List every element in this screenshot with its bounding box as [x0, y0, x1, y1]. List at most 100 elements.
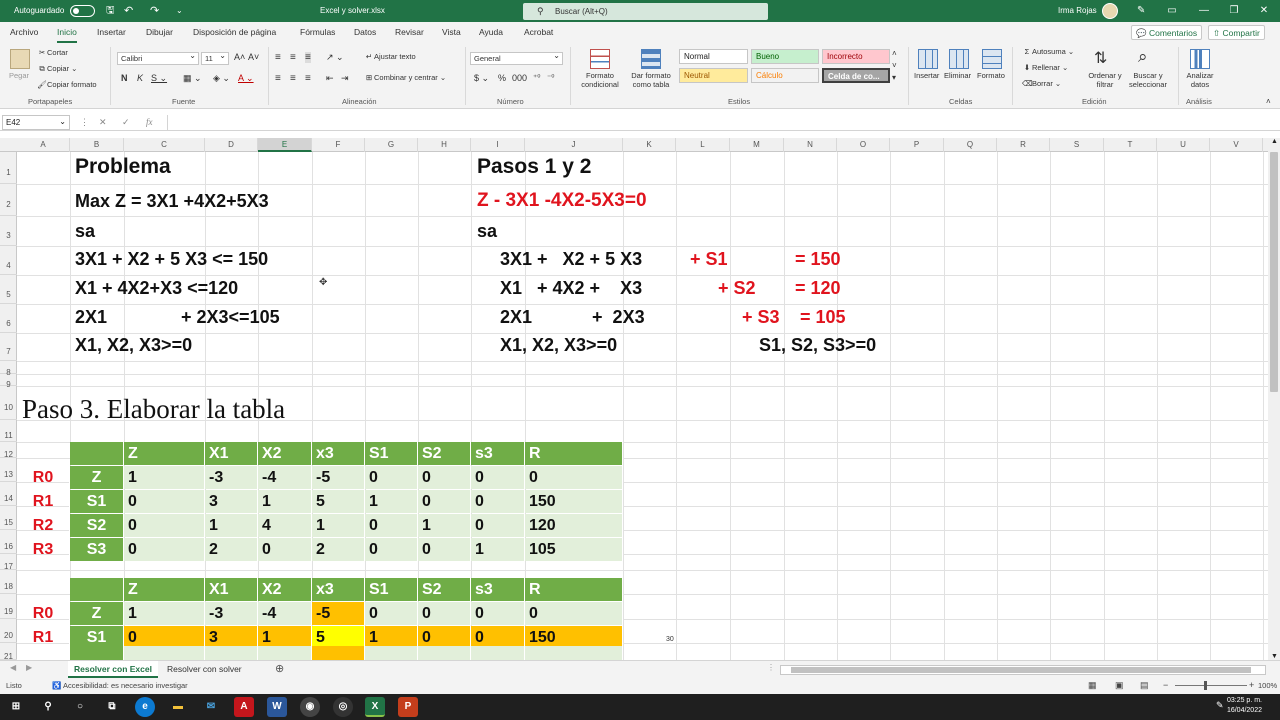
- italic-icon[interactable]: K: [137, 73, 143, 83]
- insert-function-icon[interactable]: fx: [146, 115, 153, 130]
- table-cell[interactable]: 0: [418, 466, 471, 489]
- column-header-i[interactable]: I: [471, 138, 525, 152]
- basic-variable-cell[interactable]: [70, 646, 124, 660]
- basic-variable-cell[interactable]: Z: [70, 602, 124, 625]
- format-as-table-icon[interactable]: [641, 49, 661, 69]
- basic-variable-cell[interactable]: S1: [70, 490, 124, 513]
- find-select-button[interactable]: Buscar y seleccionar: [1124, 71, 1172, 89]
- table-cell[interactable]: 1: [365, 490, 418, 513]
- find-select-icon[interactable]: ⌕: [1138, 47, 1148, 67]
- table-cell[interactable]: -4: [258, 602, 312, 625]
- page-break-icon[interactable]: ▤: [1140, 680, 1149, 691]
- comma-icon[interactable]: 000: [512, 73, 527, 83]
- decrease-decimal-icon[interactable]: ⁻⁰: [547, 73, 554, 82]
- wrap-text-button[interactable]: ↵ Ajustar texto: [364, 52, 416, 61]
- table-cell[interactable]: 0: [258, 538, 312, 561]
- table-cell[interactable]: 2: [312, 538, 365, 561]
- prev-sheet-icon[interactable]: ◀: [10, 663, 16, 672]
- customize-toolbar-icon[interactable]: ⌄: [176, 0, 183, 22]
- row-header-14[interactable]: 14: [0, 482, 17, 506]
- table-cell[interactable]: 1: [124, 602, 205, 625]
- table-cell[interactable]: 0: [418, 538, 471, 561]
- table-header-corner[interactable]: [70, 442, 124, 465]
- delete-cells-icon[interactable]: [949, 49, 969, 69]
- row-label[interactable]: R1: [17, 490, 70, 513]
- row-header-5[interactable]: 5: [0, 275, 17, 304]
- table-cell[interactable]: 2: [205, 538, 258, 561]
- table-header-cell[interactable]: s3: [471, 578, 525, 601]
- increase-decimal-icon[interactable]: ⁺⁰: [533, 73, 540, 82]
- align-middle-icon[interactable]: ≡: [290, 52, 296, 63]
- word-icon[interactable]: W: [267, 697, 287, 717]
- table-cell[interactable]: 0: [471, 490, 525, 513]
- autosave-toggle[interactable]: [70, 5, 95, 17]
- currency-icon[interactable]: $ ⌄: [474, 73, 489, 84]
- normal-view-icon[interactable]: ▦: [1088, 680, 1097, 691]
- row-header-9[interactable]: 9: [0, 374, 17, 389]
- table-cell[interactable]: [418, 646, 471, 660]
- table-cell[interactable]: 0: [124, 490, 205, 513]
- table-cell[interactable]: [205, 646, 258, 660]
- column-header-h[interactable]: H: [418, 138, 471, 152]
- conditional-format-icon[interactable]: [590, 49, 610, 69]
- row-header-4[interactable]: 4: [0, 246, 17, 275]
- row-label[interactable]: [17, 646, 70, 660]
- styles-scroll-up-icon[interactable]: ˄: [892, 49, 897, 58]
- table-cell[interactable]: 0: [471, 466, 525, 489]
- table-cell[interactable]: -5: [312, 602, 365, 625]
- table-cell[interactable]: [525, 646, 623, 660]
- column-header-l[interactable]: L: [676, 138, 730, 152]
- fill-color-icon[interactable]: ◈ ⌄: [213, 73, 230, 84]
- column-header-s[interactable]: S: [1050, 138, 1104, 152]
- delete-cells-button[interactable]: Eliminar: [944, 71, 971, 80]
- basic-variable-cell[interactable]: S2: [70, 514, 124, 537]
- row-header-21[interactable]: 21: [0, 643, 17, 660]
- horizontal-scroll-thumb[interactable]: [791, 667, 1251, 673]
- table-cell[interactable]: 105: [525, 538, 623, 561]
- formula-input[interactable]: [167, 115, 1267, 130]
- tab-revisar[interactable]: Revisar: [395, 22, 424, 43]
- search-input[interactable]: ⚲ Buscar (Alt+Q): [523, 3, 768, 20]
- row-header-10[interactable]: 10: [0, 386, 17, 420]
- column-header-u[interactable]: U: [1157, 138, 1210, 152]
- row-header-6[interactable]: 6: [0, 304, 17, 333]
- cut-button[interactable]: ✂ Cortar: [37, 48, 68, 57]
- style-bad[interactable]: Incorrecto: [822, 49, 890, 64]
- row-label[interactable]: R0: [17, 466, 70, 489]
- table-cell[interactable]: [258, 646, 312, 660]
- table-header-cell[interactable]: R: [525, 442, 623, 465]
- table-cell[interactable]: 0: [365, 466, 418, 489]
- format-cells-icon[interactable]: [982, 49, 1002, 69]
- column-header-g[interactable]: G: [365, 138, 418, 152]
- paste-icon[interactable]: [10, 49, 30, 69]
- merge-center-button[interactable]: ⊞ Combinar y centrar ⌄: [364, 73, 446, 82]
- pen-icon[interactable]: ✎: [1137, 0, 1145, 22]
- clock[interactable]: 03:25 p. m. 16/04/2022: [1227, 696, 1262, 716]
- fill-button[interactable]: ⬇ Rellenar ⌄: [1022, 63, 1068, 72]
- column-header-v[interactable]: V: [1210, 138, 1263, 152]
- table-header-cell[interactable]: X1: [205, 578, 258, 601]
- table-cell[interactable]: 0: [365, 538, 418, 561]
- table-header-cell[interactable]: S1: [365, 442, 418, 465]
- analyze-data-button[interactable]: Analizar datos: [1182, 71, 1218, 89]
- styles-more-icon[interactable]: ▾: [892, 73, 896, 82]
- accessibility-status[interactable]: ♿ Accesibilidad: es necesario investigar: [52, 681, 188, 690]
- column-header-o[interactable]: O: [837, 138, 890, 152]
- table-cell[interactable]: -5: [312, 466, 365, 489]
- table-header-cell[interactable]: X2: [258, 578, 312, 601]
- column-header-m[interactable]: M: [730, 138, 784, 152]
- tab-inicio[interactable]: Inicio: [57, 22, 77, 43]
- table-cell[interactable]: 1: [418, 514, 471, 537]
- table-cell[interactable]: 0: [124, 538, 205, 561]
- sheet-tab-resolver-solver[interactable]: Resolver con solver: [161, 661, 248, 678]
- search-icon[interactable]: ⚲: [38, 697, 58, 717]
- row-header-13[interactable]: 13: [0, 458, 17, 482]
- column-header-r[interactable]: R: [997, 138, 1050, 152]
- comments-button[interactable]: 💬 Comentarios: [1131, 25, 1203, 40]
- file-explorer-icon[interactable]: ▬: [168, 697, 188, 717]
- tab-disposicion[interactable]: Disposición de página: [193, 22, 276, 43]
- format-as-table-button[interactable]: Dar formato como tabla: [626, 71, 676, 89]
- table-header-cell[interactable]: S1: [365, 578, 418, 601]
- row-header-1[interactable]: 1: [0, 152, 17, 184]
- tab-insertar[interactable]: Insertar: [97, 22, 126, 43]
